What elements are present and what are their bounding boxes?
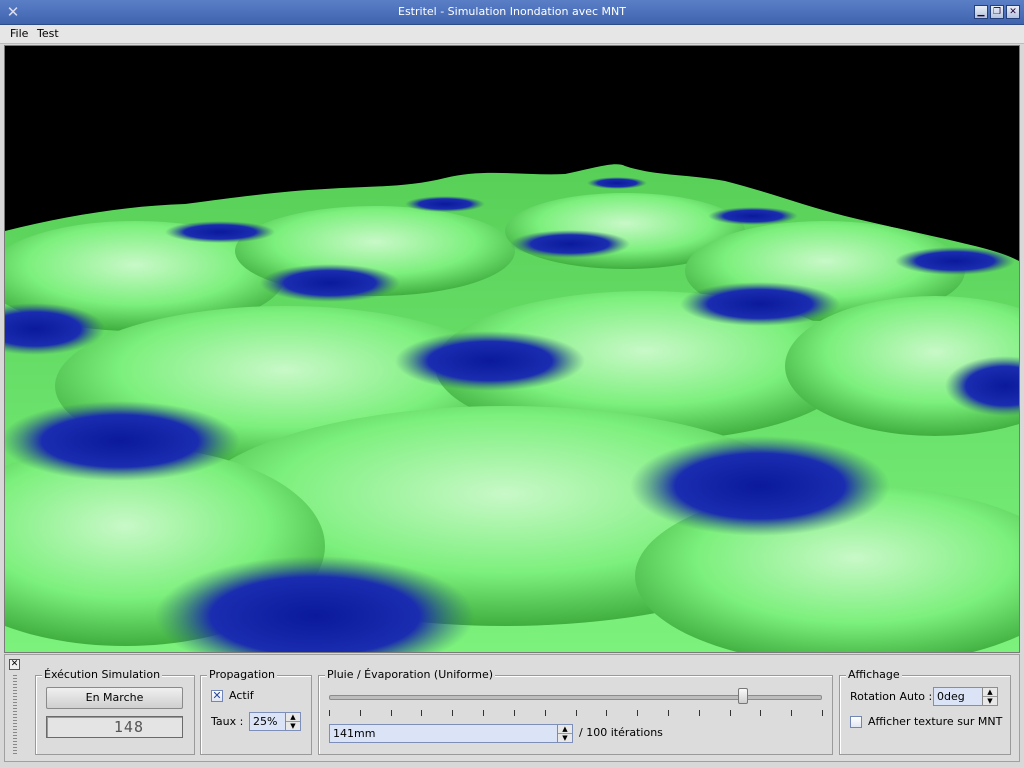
- rain-amount-stepper[interactable]: ▲ ▼: [557, 725, 572, 742]
- slider-tick: [483, 710, 485, 716]
- window-title: Estritel - Simulation Inondation avec MN…: [398, 5, 626, 18]
- slider-tick: [544, 710, 546, 716]
- minimize-icon[interactable]: ▁: [974, 5, 988, 19]
- slider-ticks: [329, 710, 823, 716]
- execution-group: Éxécution Simulation En Marche 148: [35, 668, 195, 755]
- menubar: File Test: [0, 25, 1024, 44]
- window-controls: ▁ ❐ ✕: [974, 5, 1020, 19]
- slider-tick: [822, 710, 823, 716]
- rotation-auto-stepper[interactable]: ▲ ▼: [982, 688, 997, 705]
- slider-tick: [729, 710, 731, 716]
- menu-test[interactable]: Test: [37, 27, 59, 40]
- menu-file[interactable]: File: [10, 27, 28, 40]
- iteration-counter-display: 148: [46, 716, 183, 738]
- propagation-group-title: Propagation: [207, 668, 277, 681]
- iterations-label: / 100 itérations: [579, 726, 663, 739]
- pluie-group-title: Pluie / Évaporation (Uniforme): [325, 668, 496, 681]
- spin-down-icon[interactable]: ▼: [983, 697, 997, 705]
- rotation-auto-input[interactable]: [934, 688, 983, 705]
- slider-tick: [606, 710, 608, 716]
- execution-group-title: Éxécution Simulation: [42, 668, 163, 681]
- slider-tick: [698, 710, 700, 716]
- slider-tick: [791, 710, 793, 716]
- dock-grip-handle[interactable]: [13, 675, 17, 755]
- slider-thumb[interactable]: [738, 688, 749, 704]
- affichage-group-title: Affichage: [846, 668, 902, 681]
- dock-close-icon[interactable]: ✕: [9, 659, 20, 670]
- restore-icon[interactable]: ❐: [990, 5, 1004, 19]
- slider-tick: [359, 710, 361, 716]
- terrain-render: [5, 46, 1019, 652]
- propagation-group: Propagation ✕ Actif Taux : ▲ ▼: [200, 668, 312, 755]
- slider-tick: [637, 710, 639, 716]
- affichage-group: Affichage Rotation Auto : ▲ ▼ Afficher t…: [839, 668, 1011, 755]
- rain-amount-slider[interactable]: [329, 688, 823, 720]
- slider-tick: [575, 710, 577, 716]
- simulation-dock: ✕ Éxécution Simulation En Marche 148 Pro…: [4, 654, 1020, 762]
- rotation-auto-spinbox[interactable]: ▲ ▼: [933, 687, 998, 706]
- spin-down-icon[interactable]: ▼: [286, 722, 300, 730]
- terrain-3d-viewport[interactable]: [4, 45, 1020, 653]
- slider-tick: [760, 710, 762, 716]
- spin-up-icon[interactable]: ▲: [558, 725, 572, 734]
- taux-label: Taux :: [211, 715, 244, 728]
- afficher-texture-checkbox[interactable]: [850, 716, 862, 728]
- slider-tick: [452, 710, 454, 716]
- pluie-evaporation-group: Pluie / Évaporation (Uniforme) ▲ ▼ / 100…: [318, 668, 833, 755]
- rotation-auto-label: Rotation Auto :: [850, 690, 933, 703]
- afficher-texture-label: Afficher texture sur MNT: [868, 715, 1003, 728]
- actif-label: Actif: [229, 689, 254, 702]
- taux-spinbox[interactable]: ▲ ▼: [249, 712, 301, 731]
- rain-amount-input[interactable]: [330, 725, 558, 742]
- rain-amount-spinbox[interactable]: ▲ ▼: [329, 724, 573, 743]
- slider-tick: [329, 710, 330, 716]
- close-icon[interactable]: ✕: [1006, 5, 1020, 19]
- actif-checkbox[interactable]: ✕: [211, 690, 223, 702]
- slider-track[interactable]: [329, 695, 822, 700]
- slider-tick: [390, 710, 392, 716]
- slider-tick: [667, 710, 669, 716]
- spin-up-icon[interactable]: ▲: [983, 688, 997, 697]
- spin-down-icon[interactable]: ▼: [558, 734, 572, 742]
- taux-stepper[interactable]: ▲ ▼: [285, 713, 300, 730]
- slider-tick: [421, 710, 423, 716]
- taux-input[interactable]: [250, 713, 286, 730]
- window-titlebar[interactable]: ✕ Estritel - Simulation Inondation avec …: [0, 0, 1024, 25]
- run-simulation-button[interactable]: En Marche: [46, 687, 183, 709]
- spin-up-icon[interactable]: ▲: [286, 713, 300, 722]
- slider-tick: [513, 710, 515, 716]
